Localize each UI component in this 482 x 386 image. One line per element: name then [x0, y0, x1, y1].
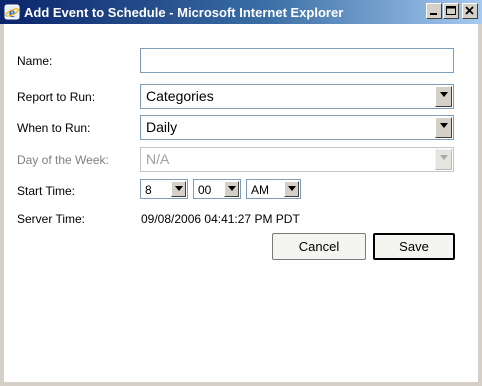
start-ampm-select[interactable]: AM: [246, 179, 301, 199]
day-value: N/A: [146, 151, 170, 167]
start-hour-dropdown-button[interactable]: [171, 181, 186, 197]
start-hour-value: 8: [145, 183, 152, 197]
chevron-down-icon: [440, 155, 448, 160]
day-label: Day of the Week:: [17, 153, 109, 167]
start-minute-value: 00: [198, 183, 212, 197]
maximize-button[interactable]: [443, 3, 459, 19]
report-dropdown-button[interactable]: [435, 86, 452, 107]
start-ampm-dropdown-button[interactable]: [284, 181, 299, 197]
report-value: Categories: [146, 88, 214, 104]
chevron-down-icon: [228, 186, 236, 191]
close-icon: [465, 6, 474, 15]
internet-explorer-icon: e: [4, 4, 20, 20]
minimize-button[interactable]: [426, 3, 442, 19]
chevron-down-icon: [288, 186, 296, 191]
chevron-down-icon: [440, 92, 448, 97]
window-border-bottom: [0, 382, 482, 386]
when-label: When to Run:: [17, 121, 91, 135]
server-time-label: Server Time:: [17, 212, 86, 226]
cancel-button[interactable]: Cancel: [272, 233, 366, 260]
server-time-value: 09/08/2006 04:41:27 PM PDT: [141, 212, 300, 226]
save-button[interactable]: Save: [373, 233, 455, 260]
start-time-label: Start Time:: [17, 184, 76, 198]
report-label: Report to Run:: [17, 90, 96, 104]
chevron-down-icon: [175, 186, 183, 191]
close-button[interactable]: [462, 3, 478, 19]
when-select[interactable]: Daily: [140, 115, 454, 140]
minimize-icon: [430, 13, 437, 15]
day-select: N/A: [140, 147, 454, 172]
chevron-down-icon: [440, 123, 448, 128]
title-bar[interactable]: e Add Event to Schedule - Microsoft Inte…: [0, 0, 482, 24]
start-minute-dropdown-button[interactable]: [224, 181, 239, 197]
window-title: Add Event to Schedule - Microsoft Intern…: [24, 5, 344, 20]
when-value: Daily: [146, 119, 178, 135]
dialog-content: [4, 24, 478, 382]
day-dropdown-button: [435, 149, 452, 170]
start-ampm-value: AM: [251, 183, 269, 197]
window-border-right: [478, 24, 482, 386]
svg-text:e: e: [9, 6, 15, 20]
maximize-icon: [446, 6, 456, 15]
start-hour-select[interactable]: 8: [140, 179, 188, 199]
start-minute-select[interactable]: 00: [193, 179, 241, 199]
when-dropdown-button[interactable]: [435, 117, 452, 138]
report-select[interactable]: Categories: [140, 84, 454, 109]
name-label: Name:: [17, 54, 53, 68]
dialog-window: e Add Event to Schedule - Microsoft Inte…: [0, 0, 482, 386]
name-input[interactable]: [140, 48, 454, 73]
